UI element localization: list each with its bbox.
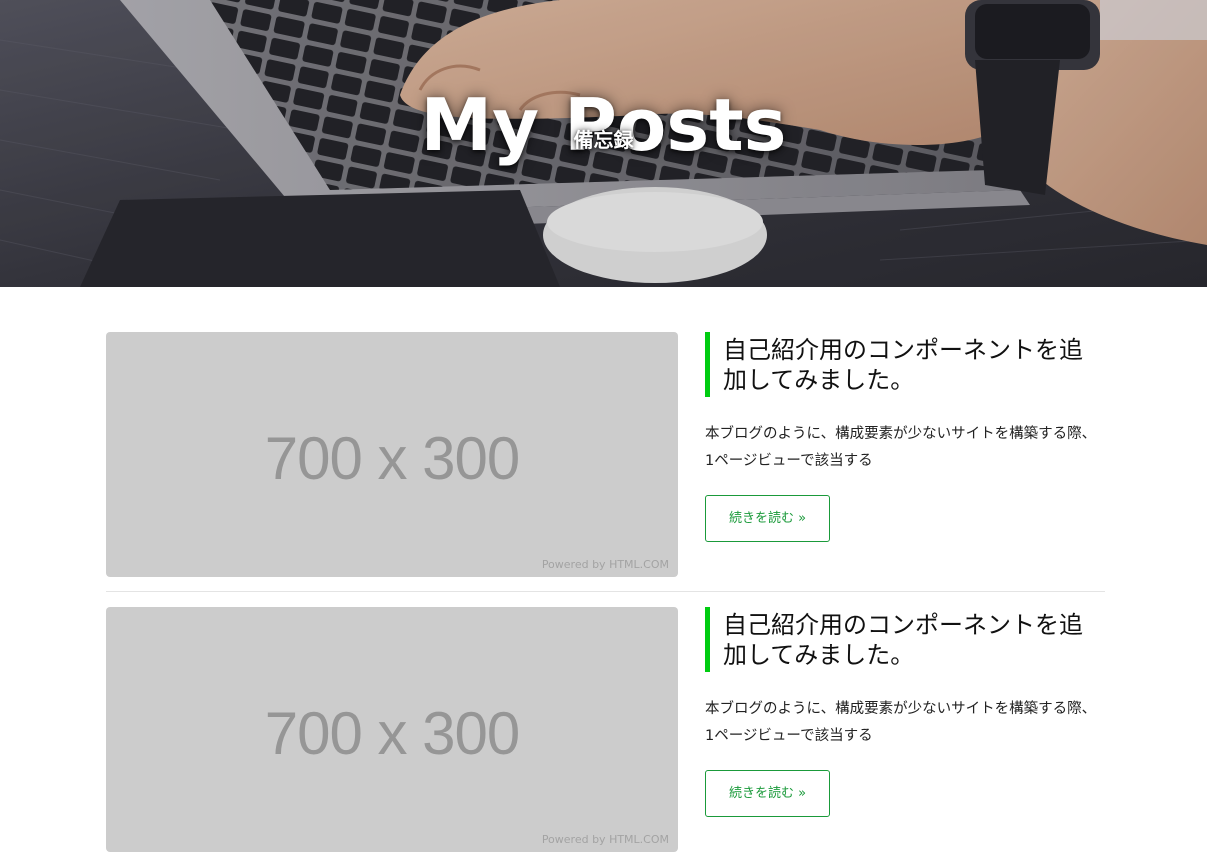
post-excerpt: 本ブログのように、構成要素が少ないサイトを構築する際、1ページビューで該当する [705, 701, 1097, 744]
post-body: 自己紹介用のコンポーネントを追加してみました。 本ブログのように、構成要素が少な… [705, 332, 1105, 542]
post-title[interactable]: 自己紹介用のコンポーネントを追加してみました。 [705, 332, 1105, 397]
read-more-button[interactable]: 続きを読む » [705, 770, 830, 817]
post-excerpt: 本ブログのように、構成要素が少ないサイトを構築する際、1ページビューで該当する [705, 426, 1097, 469]
read-more-button[interactable]: 続きを読む » [705, 495, 830, 542]
post-body: 自己紹介用のコンポーネントを追加してみました。 本ブログのように、構成要素が少な… [705, 607, 1105, 817]
site-subtitle: 備忘録 [573, 128, 634, 152]
thumbnail-placeholder-text: 700 x 300 [264, 700, 521, 767]
thumbnail-credit: Powered by HTML.COM [541, 558, 669, 571]
post-title[interactable]: 自己紹介用のコンポーネントを追加してみました。 [705, 607, 1105, 672]
thumbnail-credit: Powered by HTML.COM [541, 833, 669, 846]
hero-header: My Posts 備忘録 [0, 0, 1207, 287]
post-thumbnail[interactable]: 700 x 300 Powered by HTML.COM [106, 607, 678, 852]
thumbnail-placeholder-text: 700 x 300 [264, 425, 521, 492]
post-thumbnail[interactable]: 700 x 300 Powered by HTML.COM [106, 332, 678, 577]
post-divider [106, 591, 1105, 592]
